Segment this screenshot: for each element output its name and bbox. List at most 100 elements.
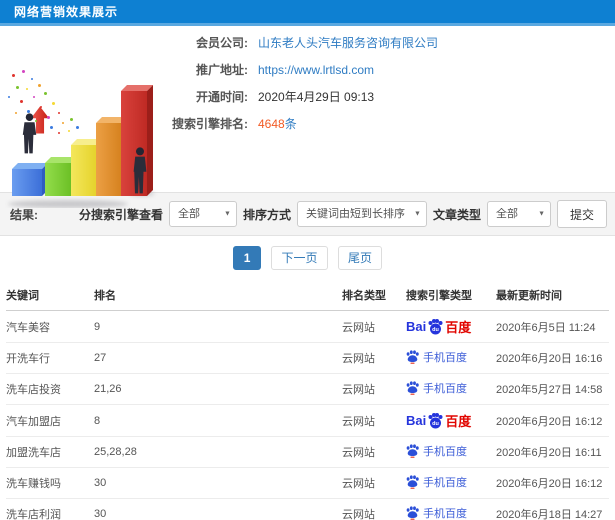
keyword-cell: 开洗车行 bbox=[6, 342, 94, 374]
open-time-value: 2020年4月29日 09:13 bbox=[258, 90, 375, 104]
promo-url-label: 推广地址: bbox=[196, 63, 248, 77]
sort-filter-select-wrap: 关键词由短到长排序 bbox=[296, 201, 427, 227]
article-type-select-wrap: 全部 bbox=[487, 201, 551, 227]
results-table: 关键词 排名 排名类型 搜索引擎类型 最新更新时间 汽车美容 9 云网站 Bai d… bbox=[6, 279, 609, 520]
rank-cell: 8 bbox=[94, 404, 342, 437]
update-time-cell: 2020年6月20日 16:12 bbox=[496, 404, 609, 437]
info-row-member: 会员公司: 山东老人头汽车服务咨询有限公司 bbox=[148, 30, 438, 57]
update-time-cell: 2020年6月18日 14:27 bbox=[496, 498, 609, 520]
table-header-row: 关键词 排名 排名类型 搜索引擎类型 最新更新时间 bbox=[6, 279, 609, 311]
table-row: 开洗车行 27 云网站 手机百度 2020年6月20日 16:16 bbox=[6, 342, 609, 374]
mobile-baidu-paw-icon bbox=[406, 444, 419, 458]
businessman-right-figure bbox=[133, 147, 147, 194]
update-time-cell: 2020年5月27日 14:58 bbox=[496, 373, 609, 405]
col-rank: 排名 bbox=[94, 279, 342, 311]
col-rank-type: 排名类型 bbox=[342, 279, 406, 311]
next-page-button[interactable]: 下一页 bbox=[271, 246, 328, 270]
rank-cell: 27 bbox=[94, 342, 342, 374]
update-time-cell: 2020年6月20日 16:12 bbox=[496, 467, 609, 499]
rank-cell: 30 bbox=[94, 498, 342, 520]
baidu-paw-icon: du bbox=[428, 412, 443, 428]
page-title: 网络营销效果展示 bbox=[14, 5, 119, 19]
mobile-baidu-text: 手机百度 bbox=[423, 477, 467, 489]
rank-type-cell: 云网站 bbox=[342, 404, 406, 437]
info-rows: 会员公司: 山东老人头汽车服务咨询有限公司 推广地址: https://www.… bbox=[148, 30, 438, 138]
mobile-baidu-logo: 手机百度 bbox=[406, 474, 467, 490]
baidu-bai-text: Bai bbox=[406, 319, 427, 334]
svg-text:du: du bbox=[432, 327, 439, 333]
submit-button[interactable]: 提交 bbox=[557, 200, 607, 228]
engine-type-cell: 手机百度 bbox=[406, 498, 496, 520]
engine-filter-label: 分搜索引擎查看 bbox=[78, 207, 163, 222]
col-engine-type: 搜索引擎类型 bbox=[406, 279, 496, 311]
mobile-baidu-logo: 手机百度 bbox=[406, 443, 467, 459]
baidu-paw-icon: du bbox=[428, 318, 443, 334]
rank-type-cell: 云网站 bbox=[342, 373, 406, 405]
mobile-baidu-text: 手机百度 bbox=[423, 446, 467, 458]
svg-text:du: du bbox=[432, 421, 439, 427]
info-section: 会员公司: 山东老人头汽车服务咨询有限公司 推广地址: https://www.… bbox=[0, 26, 615, 208]
rank-count-number: 4648 bbox=[258, 117, 285, 131]
table-row: 洗车赚钱吗 30 云网站 手机百度 2020年6月20日 16:12 bbox=[6, 467, 609, 499]
info-row-rank-count: 搜索引擎排名: 4648条 bbox=[148, 111, 438, 138]
table-body: 汽车美容 9 云网站 Bai du 百度 2020年6月5日 11:24 开洗车行 27… bbox=[6, 310, 609, 520]
engine-type-cell: Bai du 百度 bbox=[406, 404, 496, 437]
engine-filter-select-wrap: 全部 bbox=[168, 201, 237, 227]
engine-type-cell: Bai du 百度 bbox=[406, 310, 496, 343]
page-1-button[interactable]: 1 bbox=[233, 246, 262, 270]
engine-type-cell: 手机百度 bbox=[406, 373, 496, 405]
update-time-cell: 2020年6月5日 11:24 bbox=[496, 310, 609, 343]
rank-cell: 9 bbox=[94, 310, 342, 343]
rank-type-cell: 云网站 bbox=[342, 498, 406, 520]
keyword-cell: 汽车加盟店 bbox=[6, 404, 94, 437]
rank-cell: 30 bbox=[94, 467, 342, 499]
col-keyword: 关键词 bbox=[6, 279, 94, 311]
baidu-bai-text: Bai bbox=[406, 413, 427, 428]
sort-filter-select[interactable]: 关键词由短到长排序 bbox=[296, 201, 427, 227]
bar-orange bbox=[96, 117, 127, 196]
mobile-baidu-logo: 手机百度 bbox=[406, 380, 467, 396]
keyword-cell: 汽车美容 bbox=[6, 310, 94, 343]
engine-type-cell: 手机百度 bbox=[406, 436, 496, 468]
open-time-label: 开通时间: bbox=[196, 90, 248, 104]
sort-filter-label: 排序方式 bbox=[242, 207, 291, 222]
header-bar: 网络营销效果展示 bbox=[0, 0, 615, 26]
engine-rank-label: 搜索引擎排名: bbox=[172, 117, 248, 131]
article-type-label: 文章类型 bbox=[432, 207, 481, 222]
table-row: 洗车店投资 21,26 云网站 手机百度 2020年5月27日 14:58 bbox=[6, 373, 609, 405]
rank-cell: 25,28,28 bbox=[94, 436, 342, 468]
table-row: 汽车加盟店 8 云网站 Bai du 百度 2020年6月20日 16:12 bbox=[6, 404, 609, 437]
promo-url-link[interactable]: https://www.lrtlsd.com bbox=[258, 57, 374, 84]
info-row-open-time: 开通时间: 2020年4月29日 09:13 bbox=[148, 84, 438, 111]
rank-count-unit: 条 bbox=[284, 117, 297, 131]
keyword-cell: 洗车赚钱吗 bbox=[6, 467, 94, 499]
mobile-baidu-paw-icon bbox=[406, 506, 419, 520]
mobile-baidu-text: 手机百度 bbox=[423, 383, 467, 395]
rank-type-cell: 云网站 bbox=[342, 436, 406, 468]
baidu-logo: Bai du 百度 bbox=[406, 411, 471, 430]
baidu-cn-text: 百度 bbox=[445, 414, 472, 429]
rank-cell: 21,26 bbox=[94, 373, 342, 405]
baidu-cn-text: 百度 bbox=[445, 320, 472, 335]
table-row: 加盟洗车店 25,28,28 云网站 手机百度 2020年6月20日 16:11 bbox=[6, 436, 609, 468]
engine-type-cell: 手机百度 bbox=[406, 467, 496, 499]
baidu-logo: Bai du 百度 bbox=[406, 317, 471, 336]
mobile-baidu-text: 手机百度 bbox=[423, 352, 467, 364]
rank-type-cell: 云网站 bbox=[342, 342, 406, 374]
bar-green bbox=[45, 157, 77, 196]
mobile-baidu-paw-icon bbox=[406, 350, 419, 364]
keyword-cell: 洗车店投资 bbox=[6, 373, 94, 405]
last-page-button[interactable]: 尾页 bbox=[337, 246, 382, 270]
member-company-link[interactable]: 山东老人头汽车服务咨询有限公司 bbox=[258, 30, 438, 57]
article-type-select[interactable]: 全部 bbox=[487, 201, 551, 227]
table-row: 洗车店利润 30 云网站 手机百度 2020年6月18日 14:27 bbox=[6, 498, 609, 520]
update-time-cell: 2020年6月20日 16:16 bbox=[496, 342, 609, 374]
col-update-time: 最新更新时间 bbox=[496, 279, 609, 311]
info-row-url: 推广地址: https://www.lrtlsd.com bbox=[148, 57, 438, 84]
mobile-baidu-paw-icon bbox=[406, 381, 419, 395]
engine-rank-value: 4648条 bbox=[258, 111, 297, 138]
result-label: 结果: bbox=[10, 207, 38, 222]
mobile-baidu-logo: 手机百度 bbox=[406, 349, 467, 365]
keyword-cell: 加盟洗车店 bbox=[6, 436, 94, 468]
engine-filter-select[interactable]: 全部 bbox=[168, 201, 237, 227]
